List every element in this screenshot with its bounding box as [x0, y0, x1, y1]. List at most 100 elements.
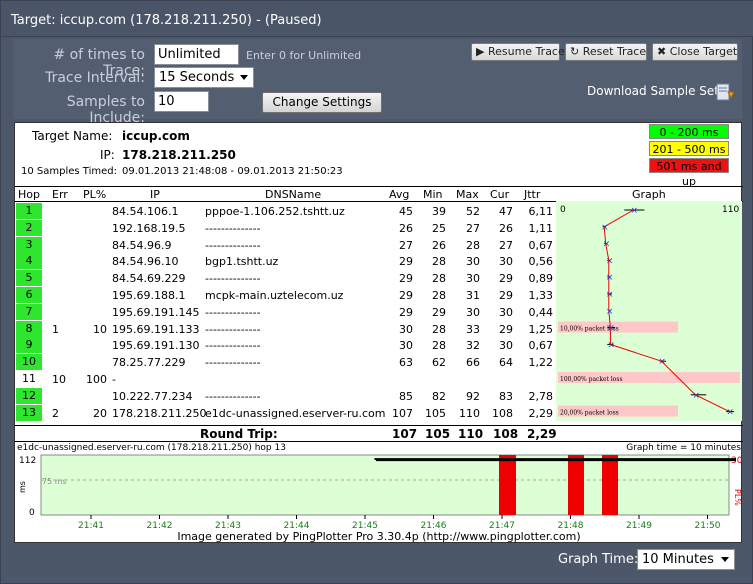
y-top-label: 112: [19, 456, 36, 466]
timeline-chart: 112 ms 75 ms 0 30 PL% 21:41 21:42 21:43 21:…: [18, 454, 743, 531]
cur-cell: 30: [499, 339, 513, 353]
interval-value: 15 Seconds: [159, 70, 235, 85]
packet-loss-bar: [568, 455, 584, 515]
jttr-cell: 2,78: [528, 389, 554, 403]
latency-point: ×: [692, 391, 700, 401]
table-row[interactable]: 8 1 10 195.69.191.133 -------------- 30 28 33 29…: [15, 320, 555, 338]
table-row[interactable]: 9 195.69.191.130 -------------- 30 28 32 30 0,6…: [15, 337, 555, 354]
ip-cell: 195.69.188.1: [112, 289, 186, 302]
ip-cell: -: [112, 373, 116, 386]
round-trip-jttr: 2,29: [527, 427, 557, 441]
max-cell: 30: [466, 305, 480, 319]
table-row[interactable]: 6 195.69.188.1 mcpk-main.uztelecom.uz 29 28 3…: [15, 287, 555, 304]
ip-cell: 84.54.106.1: [112, 205, 179, 218]
max-cell: 33: [466, 322, 480, 336]
jttr-cell: 2,29: [528, 406, 554, 420]
table-row[interactable]: 4 84.54.96.10 bgp1.tshtt.uz 29 28 30 30 0,56: [15, 253, 555, 270]
latency-point: ×: [607, 340, 615, 350]
dns-cell: --------------: [205, 389, 261, 403]
samples-input[interactable]: 10: [154, 91, 209, 112]
graph-time-select[interactable]: 10 Minutes: [637, 549, 735, 570]
graph-time-label: Graph Time:: [558, 552, 639, 567]
cur-cell: 29: [499, 272, 513, 286]
avg-cell: 29: [399, 289, 413, 302]
jttr-cell: 1,22: [528, 356, 554, 370]
err-cell: 2: [52, 406, 59, 420]
target-name-value: iccup.com: [122, 129, 190, 143]
table-row[interactable]: 12 10.222.77.234 -------------- 85 82 92 83 2,7…: [15, 387, 555, 405]
latency-point: ×: [631, 206, 639, 216]
table-row[interactable]: 3 84.54.96.9 -------------- 27 26 28 27 0,67: [15, 236, 555, 254]
ip-cell: 10.222.77.234: [112, 389, 193, 403]
col-pl: PL%: [83, 188, 107, 201]
graph-time-info: Graph time = 10 minutes: [626, 443, 741, 453]
reset-trace-button[interactable]: ↻ Reset Trace: [565, 43, 647, 61]
avg-cell: 27: [399, 238, 413, 252]
resume-trace-button[interactable]: ▶ Resume Trace: [471, 43, 565, 61]
min-cell: 28: [432, 272, 446, 286]
avg-cell: 107: [392, 406, 413, 420]
close-target-button[interactable]: ✖ Close Target: [652, 43, 738, 61]
avg-cell: 30: [399, 339, 413, 353]
ip-cell: 84.54.96.9: [112, 238, 172, 252]
table-row[interactable]: 11 10 100-: [15, 371, 555, 388]
avg-cell: 45: [399, 205, 413, 218]
jttr-cell: 6,11: [528, 205, 554, 218]
hop-cell: 5: [16, 270, 42, 287]
round-trip-max: 110: [458, 427, 484, 441]
table-row[interactable]: 10 78.25.77.229 -------------- 63 62 66 64 1,22: [15, 354, 555, 371]
packet-loss-bar: [602, 455, 618, 515]
table-row[interactable]: 13 2 20 178.218.211.250 e1dc-unassigned.eser…: [15, 404, 555, 422]
time-range: 09.01.2013 21:48:08 - 09.01.2013 21:50:2…: [122, 166, 343, 177]
avg-cell: 85: [399, 389, 413, 403]
min-cell: 29: [432, 305, 446, 319]
timeline-title: e1dc-unassigned.eserver-ru.com (178.218.…: [17, 443, 286, 453]
dns-cell: --------------: [205, 221, 261, 235]
times-input[interactable]: Unlimited: [154, 44, 239, 65]
jttr-cell: 0,67: [528, 339, 554, 353]
download-sample-link[interactable]: Download Sample Set: [587, 84, 719, 98]
round-trip-row: Round Trip: 107 105 110 108 2,29: [15, 425, 743, 441]
graph-time-value: 10 Minutes: [642, 552, 714, 567]
interval-select[interactable]: 15 Seconds: [154, 67, 254, 88]
trace-settings-panel: # of times to Trace: Unlimited Enter 0 f…: [13, 39, 742, 126]
chevron-down-icon: [240, 75, 248, 80]
latency-point: ×: [606, 290, 614, 300]
latency-point: ×: [606, 256, 614, 266]
chevron-down-icon: [721, 557, 729, 562]
ip-label: IP:: [100, 148, 115, 162]
avg-cell: 63: [399, 356, 413, 370]
avg-cell: 30: [399, 322, 413, 336]
close-icon: ✖: [657, 45, 667, 58]
min-cell: 28: [432, 339, 446, 353]
table-row[interactable]: 2 192.168.19.5 -------------- 26 25 27 26 1,11: [15, 219, 555, 237]
jttr-cell: 0,89: [528, 272, 554, 286]
latency-point: ×: [606, 307, 614, 317]
dns-cell: e1dc-unassigned.eserver-ru.com: [205, 406, 386, 420]
avg-cell: 29: [399, 272, 413, 286]
resume-trace-label: Resume Trace: [487, 45, 565, 58]
min-cell: 62: [432, 356, 446, 370]
err-cell: 1: [52, 322, 59, 336]
ip-cell: 178.218.211.250: [112, 406, 207, 420]
round-trip-cur: 108: [493, 427, 519, 441]
dns-cell: --------------: [205, 305, 261, 319]
table-row[interactable]: 5 84.54.69.229 -------------- 29 28 30 29 0,89: [15, 270, 555, 287]
download-icon[interactable]: [714, 82, 736, 104]
change-settings-button[interactable]: Change Settings: [262, 92, 382, 113]
latency-point: ×: [606, 273, 614, 283]
hop-cell: 12: [16, 387, 42, 404]
hop-cell: 2: [16, 219, 42, 236]
table-row[interactable]: 7 195.69.191.145 -------------- 29 29 30 30 0,4…: [15, 303, 555, 321]
table-row[interactable]: 1 84.54.106.1 pppoe-1.106.252.tshtt.uz 45 39…: [15, 203, 555, 220]
cur-cell: 30: [499, 305, 513, 319]
play-icon: ▶: [476, 45, 485, 58]
hop-graph: 0 110 10,00% packet loss 100,00% packet l…: [556, 201, 742, 421]
packet-loss-label: 20,00% packet loss: [560, 410, 619, 417]
times-hint: Enter 0 for Unlimited: [246, 49, 362, 62]
samples-timed-label: 10 Samples Timed:: [21, 166, 117, 177]
pl-cell: 10: [93, 322, 107, 336]
ip-cell: 84.54.69.229: [112, 272, 186, 286]
interval-label: Trace Interval:: [45, 70, 145, 86]
jttr-cell: 0,44: [528, 305, 554, 319]
